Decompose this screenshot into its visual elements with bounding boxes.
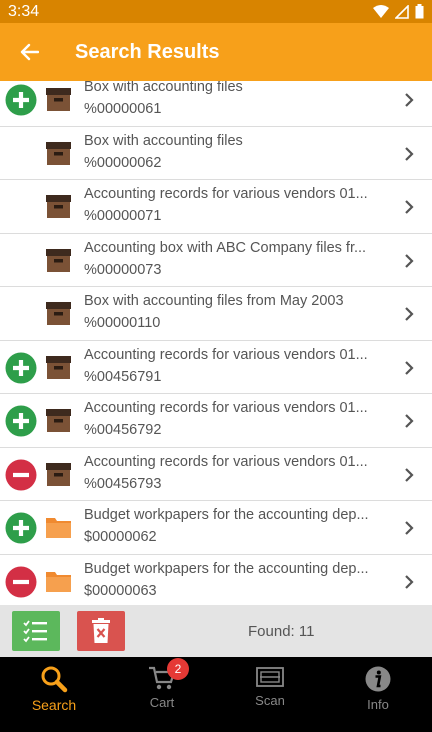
nav-search[interactable]: Search	[0, 657, 108, 732]
item-barcode: %00000071	[84, 208, 162, 224]
list-item[interactable]: Box with accounting files %00000061	[0, 81, 432, 127]
item-barcode: %00000061	[84, 101, 162, 117]
search-icon	[41, 666, 68, 693]
list-item[interactable]: Accounting records for various vendors 0…	[0, 341, 432, 394]
bottom-navigation: Search 2 Cart Scan Info	[0, 657, 432, 732]
item-barcode: %00456792	[84, 422, 162, 438]
item-barcode: %00000073	[84, 261, 162, 278]
cart-badge: 2	[167, 658, 189, 680]
item-title: Box with accounting files from May 2003	[84, 293, 344, 309]
chevron-right-icon	[405, 574, 414, 589]
chevron-right-icon	[405, 200, 414, 214]
box-icon	[46, 302, 71, 325]
chevron-right-icon	[405, 253, 414, 268]
item-barcode: $00000063	[84, 582, 157, 599]
signal-icon	[395, 4, 409, 19]
list-item[interactable]: Box with accounting files %00000062	[0, 127, 432, 180]
remove-icon[interactable]	[5, 459, 37, 491]
search-results-list: Box with accounting files %00000061 Box …	[0, 81, 432, 605]
add-icon[interactable]	[5, 405, 37, 437]
app-bar: Search Results	[0, 23, 432, 81]
found-count: Found: 11	[248, 623, 315, 640]
nav-info-label: Info	[367, 697, 389, 712]
back-button[interactable]	[0, 23, 58, 81]
box-icon	[46, 248, 71, 272]
item-barcode: %00000110	[84, 315, 161, 331]
list-item[interactable]: Accounting records for various vendors 0…	[0, 448, 432, 501]
add-icon[interactable]	[5, 352, 37, 384]
folder-icon	[46, 571, 71, 592]
box-icon	[46, 409, 71, 432]
trash-icon	[92, 618, 110, 643]
item-title: Accounting box with ABC Company files fr…	[84, 239, 367, 256]
checklist-icon	[23, 620, 47, 643]
chevron-right-icon	[405, 360, 414, 375]
nav-scan[interactable]: Scan	[216, 657, 324, 732]
item-title: Accounting records for various vendors 0…	[84, 400, 368, 416]
chevron-right-icon	[405, 307, 414, 321]
action-bar: Found: 11	[0, 605, 432, 657]
chevron-right-icon	[405, 467, 414, 482]
list-item[interactable]: Box with accounting files from May 2003 …	[0, 287, 432, 341]
scanner-icon	[256, 667, 284, 687]
nav-scan-label: Scan	[255, 693, 285, 708]
item-title: Box with accounting files	[84, 132, 243, 149]
item-title: Budget workpapers for the accounting dep…	[84, 560, 369, 577]
item-title: Budget workpapers for the accounting dep…	[84, 507, 369, 523]
list-item[interactable]: Budget workpapers for the accounting dep…	[0, 501, 432, 555]
nav-cart[interactable]: 2 Cart	[108, 657, 216, 732]
nav-search-label: Search	[31, 697, 77, 713]
list-item[interactable]: Accounting records for various vendors 0…	[0, 394, 432, 448]
item-title: Accounting records for various vendors 0…	[84, 346, 368, 363]
wifi-icon	[373, 4, 389, 18]
item-title: Box with accounting files	[84, 81, 243, 95]
list-item[interactable]: Accounting box with ABC Company files fr…	[0, 234, 432, 287]
list-item[interactable]: Accounting records for various vendors 0…	[0, 180, 432, 234]
item-barcode: %00456791	[84, 368, 162, 385]
remove-icon[interactable]	[5, 566, 37, 598]
box-icon	[46, 88, 71, 111]
box-icon	[46, 355, 71, 379]
item-barcode: %00000062	[84, 154, 162, 171]
box-icon	[46, 141, 71, 165]
add-icon[interactable]	[5, 512, 37, 544]
item-barcode: %00456793	[84, 475, 162, 492]
info-icon	[365, 666, 391, 692]
box-icon	[46, 195, 71, 218]
chevron-right-icon	[405, 521, 414, 535]
box-icon	[46, 462, 71, 486]
nav-cart-label: Cart	[149, 695, 175, 710]
list-item[interactable]: Budget workpapers for the accounting dep…	[0, 555, 432, 606]
chevron-right-icon	[405, 146, 414, 161]
chevron-right-icon	[405, 414, 414, 428]
status-bar: 3:34	[0, 0, 432, 23]
status-time: 3:34	[8, 2, 40, 20]
nav-info[interactable]: Info	[324, 657, 432, 732]
page-title: Search Results	[75, 40, 220, 63]
add-icon[interactable]	[5, 84, 37, 116]
select-all-button[interactable]	[12, 611, 60, 651]
status-icons	[373, 4, 424, 19]
item-barcode: $00000062	[84, 529, 157, 545]
item-title: Accounting records for various vendors 0…	[84, 186, 368, 202]
chevron-right-icon	[405, 93, 414, 107]
folder-icon	[46, 518, 71, 538]
battery-icon	[415, 4, 424, 19]
delete-button[interactable]	[77, 611, 125, 651]
arrow-left-icon	[20, 43, 39, 61]
item-title: Accounting records for various vendors 0…	[84, 453, 368, 470]
